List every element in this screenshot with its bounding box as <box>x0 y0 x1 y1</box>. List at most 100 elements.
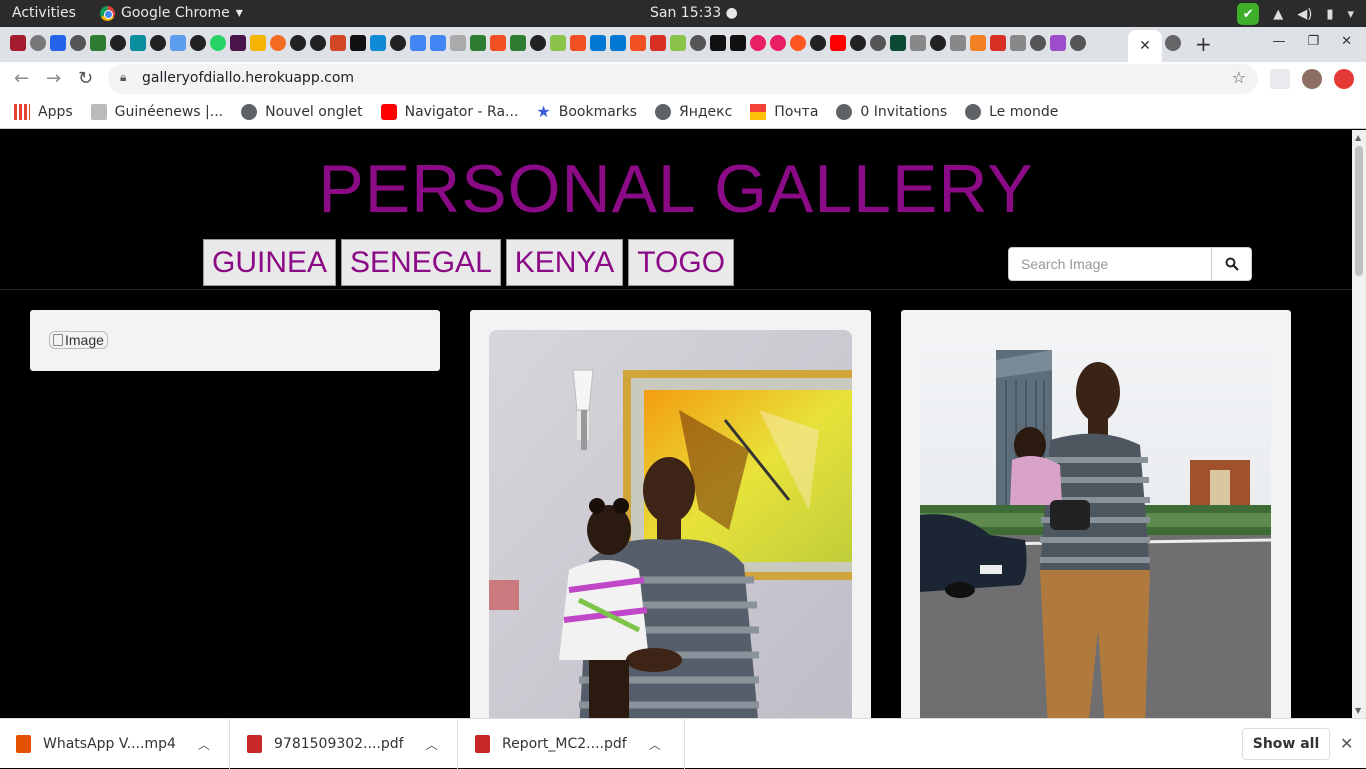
tab-favicon[interactable] <box>710 35 726 51</box>
tab-favicon[interactable] <box>450 35 466 51</box>
show-all-button[interactable]: Show all <box>1242 728 1330 760</box>
github-icon[interactable] <box>110 35 126 51</box>
tab-favicon[interactable] <box>550 35 566 51</box>
close-downloads-icon[interactable]: ✕ <box>1340 734 1353 753</box>
url-text[interactable]: galleryofdiallo.herokuapp.com <box>142 70 354 86</box>
scrollbar-thumb[interactable] <box>1355 146 1363 276</box>
tab-favicon[interactable] <box>10 35 26 51</box>
active-tab[interactable]: ✕ <box>1128 30 1162 62</box>
google-docs-icon[interactable] <box>410 35 426 51</box>
microsoft-icon[interactable] <box>630 35 646 51</box>
tab-favicon[interactable] <box>470 35 486 51</box>
tab-favicon[interactable] <box>170 35 186 51</box>
tab-favicon[interactable] <box>350 35 366 51</box>
search-button[interactable] <box>1212 247 1252 281</box>
tab-favicon[interactable] <box>870 35 886 51</box>
chevron-up-icon[interactable]: ︿ <box>198 736 210 753</box>
tab-favicon[interactable] <box>270 35 286 51</box>
gmail-icon[interactable] <box>650 35 666 51</box>
microsoft-icon[interactable] <box>570 35 586 51</box>
restore-icon[interactable]: ❐ <box>1307 34 1319 49</box>
page-scrollbar[interactable]: ▲ ▼ <box>1352 130 1366 718</box>
gallery-photo[interactable] <box>489 330 852 718</box>
download-item[interactable]: Report_MC2....pdf ︿ <box>459 719 685 769</box>
tab-favicon[interactable] <box>950 35 966 51</box>
scroll-down-arrow-icon[interactable]: ▼ <box>1355 706 1361 715</box>
tab-favicon[interactable] <box>50 35 66 51</box>
slack-icon[interactable] <box>230 35 246 51</box>
tab-favicon[interactable] <box>1050 35 1066 51</box>
bookmark-apps[interactable]: Apps <box>14 103 73 120</box>
github-icon[interactable] <box>310 35 326 51</box>
scroll-up-arrow-icon[interactable]: ▲ <box>1355 133 1361 142</box>
chevron-up-icon[interactable]: ︿ <box>649 736 661 753</box>
bookmark-bookmarks[interactable]: ★ Bookmarks <box>536 102 637 121</box>
tab-favicon[interactable] <box>790 35 806 51</box>
tab-favicon[interactable] <box>70 35 86 51</box>
extension-icon[interactable] <box>1334 69 1354 89</box>
download-item[interactable]: 9781509302....pdf ︿ <box>231 719 458 769</box>
tab-favicon[interactable] <box>770 35 786 51</box>
stackoverflow-icon[interactable] <box>970 35 986 51</box>
bookmark-invitations[interactable]: 0 Invitations <box>836 103 947 120</box>
tab-favicon[interactable] <box>670 35 686 51</box>
profile-avatar[interactable] <box>1302 69 1322 89</box>
gallery-photo[interactable] <box>920 330 1271 718</box>
tab-favicon[interactable] <box>130 35 146 51</box>
github-icon[interactable] <box>150 35 166 51</box>
github-icon[interactable] <box>930 35 946 51</box>
tab-favicon[interactable] <box>370 35 386 51</box>
forward-arrow-icon[interactable]: → <box>46 68 61 89</box>
bookmark-navigator[interactable]: Navigator - Ra... <box>380 103 518 120</box>
nav-kenya[interactable]: KENYA <box>505 239 624 286</box>
azure-icon[interactable] <box>590 35 606 51</box>
reload-icon[interactable]: ↻ <box>78 68 93 89</box>
github-icon[interactable] <box>190 35 206 51</box>
tab-favicon[interactable] <box>1030 35 1046 51</box>
tab-favicon[interactable] <box>690 35 706 51</box>
tab-favicon[interactable] <box>510 35 526 51</box>
download-item[interactable]: WhatsApp V....mp4 ︿ <box>0 719 230 769</box>
lock-icon[interactable]: 🔒︎ <box>120 70 126 85</box>
google-docs-icon[interactable] <box>430 35 446 51</box>
nav-togo[interactable]: TOGO <box>628 239 735 286</box>
update-check-icon[interactable]: ✔ <box>1237 3 1260 25</box>
github-icon[interactable] <box>290 35 306 51</box>
github-icon[interactable] <box>850 35 866 51</box>
clock[interactable]: San 15:33 ● <box>650 5 738 21</box>
tab-favicon[interactable] <box>1165 35 1181 51</box>
close-window-icon[interactable]: ✕ <box>1341 34 1352 49</box>
tab-favicon[interactable] <box>910 35 926 51</box>
whatsapp-icon[interactable] <box>210 35 226 51</box>
back-arrow-icon[interactable]: ← <box>14 68 29 89</box>
tab-favicon[interactable] <box>250 35 266 51</box>
chevron-up-icon[interactable]: ︿ <box>426 736 438 753</box>
close-tab-icon[interactable]: ✕ <box>1139 38 1151 54</box>
bookmark-pochta[interactable]: Почта <box>750 103 818 120</box>
bookmark-guineenews[interactable]: Guinéenews |... <box>90 103 223 120</box>
azure-icon[interactable] <box>610 35 626 51</box>
microsoft-icon[interactable] <box>490 35 506 51</box>
broken-image[interactable]: Image <box>49 331 108 349</box>
tab-favicon[interactable] <box>330 35 346 51</box>
tab-favicon[interactable] <box>90 35 106 51</box>
tab-favicon[interactable] <box>30 35 46 51</box>
nav-guinea[interactable]: GUINEA <box>203 239 337 286</box>
minimize-icon[interactable]: — <box>1272 34 1285 49</box>
github-icon[interactable] <box>390 35 406 51</box>
new-tab-button[interactable]: + <box>1195 32 1212 56</box>
search-input[interactable] <box>1008 247 1212 281</box>
django-icon[interactable] <box>890 35 906 51</box>
app-menu[interactable]: Google Chrome ▾ <box>100 5 243 21</box>
gmail-icon[interactable] <box>990 35 1006 51</box>
bookmark-nouvel-onglet[interactable]: Nouvel onglet <box>241 103 363 120</box>
youtube-icon[interactable] <box>830 35 846 51</box>
bookmark-star-icon[interactable]: ☆ <box>1232 68 1246 87</box>
tab-favicon[interactable] <box>1010 35 1026 51</box>
tab-favicon[interactable] <box>730 35 746 51</box>
github-icon[interactable] <box>530 35 546 51</box>
system-tray[interactable]: ✔ ▲ ◀) ▮ ▾ <box>1237 3 1354 25</box>
github-icon[interactable] <box>810 35 826 51</box>
nav-senegal[interactable]: SENEGAL <box>341 239 501 286</box>
cast-icon[interactable] <box>1270 69 1290 89</box>
